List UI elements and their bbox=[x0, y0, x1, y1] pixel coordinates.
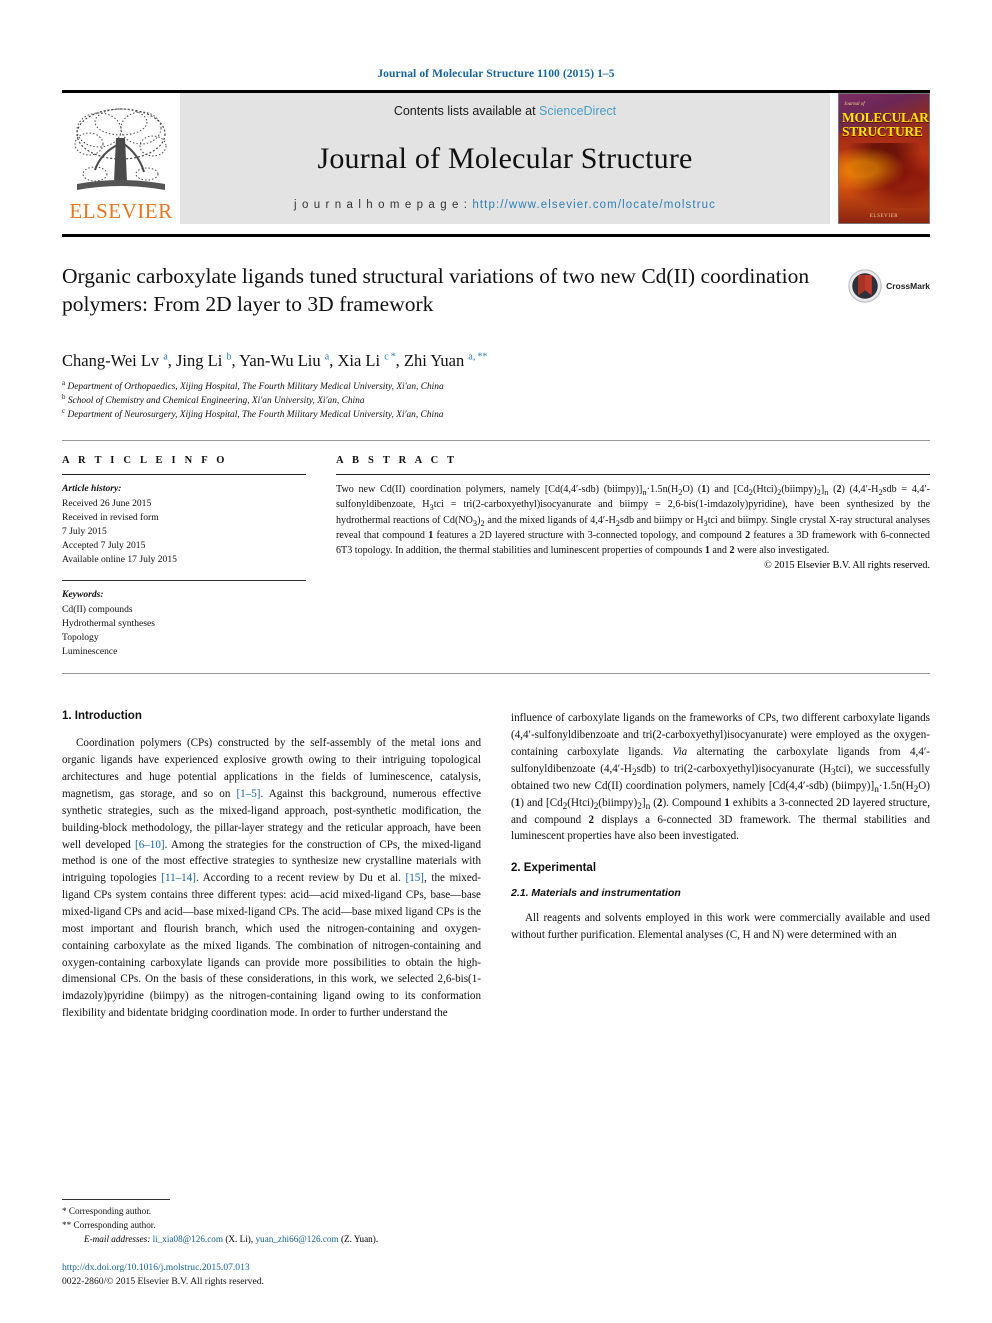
info-rule-bottom bbox=[62, 673, 930, 675]
article-history-online: Available online 17 July 2015 bbox=[62, 554, 177, 566]
corresponding-author-1: * Corresponding author. bbox=[62, 1205, 481, 1219]
crossmark-icon bbox=[848, 269, 882, 303]
sciencedirect-link[interactable]: ScienceDirect bbox=[539, 104, 616, 118]
materials-paragraph: All reagents and solvents employed in th… bbox=[511, 912, 930, 942]
body-column-right: influence of carboxylate ligands on the … bbox=[511, 710, 930, 1022]
contents-prefix: Contents lists available at bbox=[393, 104, 540, 118]
affiliation-text-b: School of Chemistry and Chemical Enginee… bbox=[67, 396, 365, 407]
introduction-paragraph-continued: influence of carboxylate ligands on the … bbox=[511, 712, 931, 843]
abstract-column: A B S T R A C T Two new Cd(II) coordinat… bbox=[324, 455, 930, 659]
cover-publisher: ELSEVIER bbox=[869, 214, 899, 219]
affiliation-a: a Department of Orthopaedics, Xijing Hos… bbox=[62, 378, 930, 394]
body-columns: 1. Introduction Coordination polymers (C… bbox=[62, 710, 930, 1022]
corresponding-mark-1: * bbox=[62, 1206, 67, 1217]
section-heading-introduction: 1. Introduction bbox=[62, 710, 142, 723]
abstract-copyright: © 2015 Elsevier B.V. All rights reserved… bbox=[764, 560, 930, 572]
keyword-item: Topology bbox=[62, 632, 99, 644]
keyword-item: Hydrothermal syntheses bbox=[62, 617, 155, 629]
doi-block: http://dx.doi.org/10.1016/j.molstruc.201… bbox=[62, 1257, 481, 1287]
footnote-block: * Corresponding author. ** Corresponding… bbox=[62, 1199, 481, 1287]
article-history-revised-date: 7 July 2015 bbox=[62, 525, 107, 537]
affiliation-list: a Department of Orthopaedics, Xijing Hos… bbox=[62, 378, 930, 422]
masthead-rule-bottom bbox=[62, 234, 930, 237]
keywords-rule bbox=[62, 580, 306, 582]
subsection-heading-materials: 2.1. Materials and instrumentation bbox=[511, 887, 681, 900]
email-link-1[interactable]: li_xia08@126.com bbox=[153, 1234, 223, 1244]
affiliation-mark-a: a bbox=[62, 378, 66, 387]
author-list: Chang-Wei Lv a, Jing Li b, Yan-Wu Liu a,… bbox=[62, 351, 488, 370]
journal-cover-thumbnail: Journal of MOLECULAR STRUCTURE ELSEVIER bbox=[838, 93, 930, 224]
journal-homepage-link[interactable]: http://www.elsevier.com/locate/molstruc bbox=[472, 199, 716, 211]
running-head: Journal of Molecular Structure 1100 (201… bbox=[377, 68, 615, 80]
article-page: Journal of Molecular Structure 1100 (201… bbox=[0, 0, 992, 1323]
elsevier-wordmark: ELSEVIER bbox=[69, 199, 173, 223]
affiliation-mark-c: c bbox=[62, 407, 66, 416]
email-owner-1: (X. Li), bbox=[225, 1234, 254, 1244]
article-history-accepted: Accepted 7 July 2015 bbox=[62, 540, 146, 552]
title-block: Organic carboxylate ligands tuned struct… bbox=[62, 263, 930, 335]
cover-title-line1: MOLECULAR bbox=[842, 110, 929, 125]
affiliation-text-a: Department of Orthopaedics, Xijing Hospi… bbox=[67, 382, 444, 392]
info-abstract-block: A R T I C L E I N F O Article history: R… bbox=[62, 441, 930, 659]
cover-journal-of-label: Journal of bbox=[844, 102, 865, 107]
keyword-item: Luminescence bbox=[62, 646, 118, 658]
cover-title: MOLECULAR STRUCTURE bbox=[842, 110, 929, 139]
section-heading-experimental: 2. Experimental bbox=[511, 862, 597, 875]
cover-title-line2: STRUCTURE bbox=[842, 123, 923, 139]
article-history-received: Received 26 June 2015 bbox=[62, 497, 152, 509]
crossmark-badge[interactable]: CrossMark bbox=[848, 269, 930, 303]
corresponding-text-1: Corresponding author. bbox=[68, 1206, 152, 1217]
abstract-text: Two new Cd(II) coordination polymers, na… bbox=[336, 484, 930, 556]
affiliation-b: b School of Chemistry and Chemical Engin… bbox=[62, 392, 930, 408]
abstract-heading: A B S T R A C T bbox=[336, 455, 458, 467]
email-addresses-label: E-mail addresses: bbox=[84, 1234, 151, 1244]
contents-line: Contents lists available at ScienceDirec… bbox=[394, 104, 616, 118]
masthead-center: Contents lists available at ScienceDirec… bbox=[180, 93, 830, 224]
email-addresses-line: E-mail addresses: li_xia08@126.com (X. L… bbox=[62, 1234, 481, 1244]
email-link-2[interactable]: yuan_zhi66@126.com bbox=[255, 1234, 338, 1244]
article-info-column: A R T I C L E I N F O Article history: R… bbox=[62, 455, 324, 659]
body-column-left: 1. Introduction Coordination polymers (C… bbox=[62, 710, 481, 1022]
elsevier-tree-icon bbox=[74, 108, 167, 190]
article-history-revised: Received in revised form bbox=[62, 511, 159, 523]
corresponding-text-2: Corresponding author. bbox=[73, 1220, 156, 1231]
keywords-block: Keywords: Cd(II) compounds Hydrothermal … bbox=[62, 580, 306, 659]
elsevier-logo: ELSEVIER bbox=[62, 93, 180, 224]
introduction-paragraph: Coordination polymers (CPs) constructed … bbox=[62, 737, 482, 1020]
issn-copyright-line: 0022-2860/© 2015 Elsevier B.V. All right… bbox=[62, 1276, 264, 1287]
affiliation-text-c: Department of Neurosurgery, Xijing Hospi… bbox=[67, 410, 444, 421]
affiliation-c: c Department of Neurosurgery, Xijing Hos… bbox=[62, 408, 930, 422]
corresponding-mark-2: ** bbox=[62, 1220, 72, 1231]
journal-title: Journal of Molecular Structure bbox=[317, 141, 693, 175]
keywords-label: Keywords: bbox=[62, 589, 104, 601]
email-owner-2: (Z. Yuan). bbox=[340, 1234, 379, 1244]
article-history-label: Article history: bbox=[62, 483, 122, 495]
doi-link[interactable]: http://dx.doi.org/10.1016/j.molstruc.201… bbox=[62, 1262, 250, 1273]
affiliation-mark-b: b bbox=[62, 392, 66, 401]
page-title: Organic carboxylate ligands tuned struct… bbox=[62, 264, 810, 316]
journal-homepage-line: j o u r n a l h o m e p a g e : http://w… bbox=[294, 199, 716, 211]
journal-masthead: ELSEVIER Contents lists available at Sci… bbox=[62, 93, 930, 224]
cover-art-splash bbox=[839, 143, 929, 208]
crossmark-label: CrossMark bbox=[886, 281, 930, 291]
footnote-rule bbox=[62, 1199, 170, 1201]
article-info-heading: A R T I C L E I N F O bbox=[62, 455, 228, 467]
homepage-label: j o u r n a l h o m e p a g e : bbox=[294, 199, 473, 211]
corresponding-author-2: ** Corresponding author. bbox=[62, 1219, 481, 1233]
article-info-rule bbox=[62, 474, 306, 476]
keyword-item: Cd(II) compounds bbox=[62, 603, 133, 615]
abstract-rule bbox=[336, 474, 930, 476]
